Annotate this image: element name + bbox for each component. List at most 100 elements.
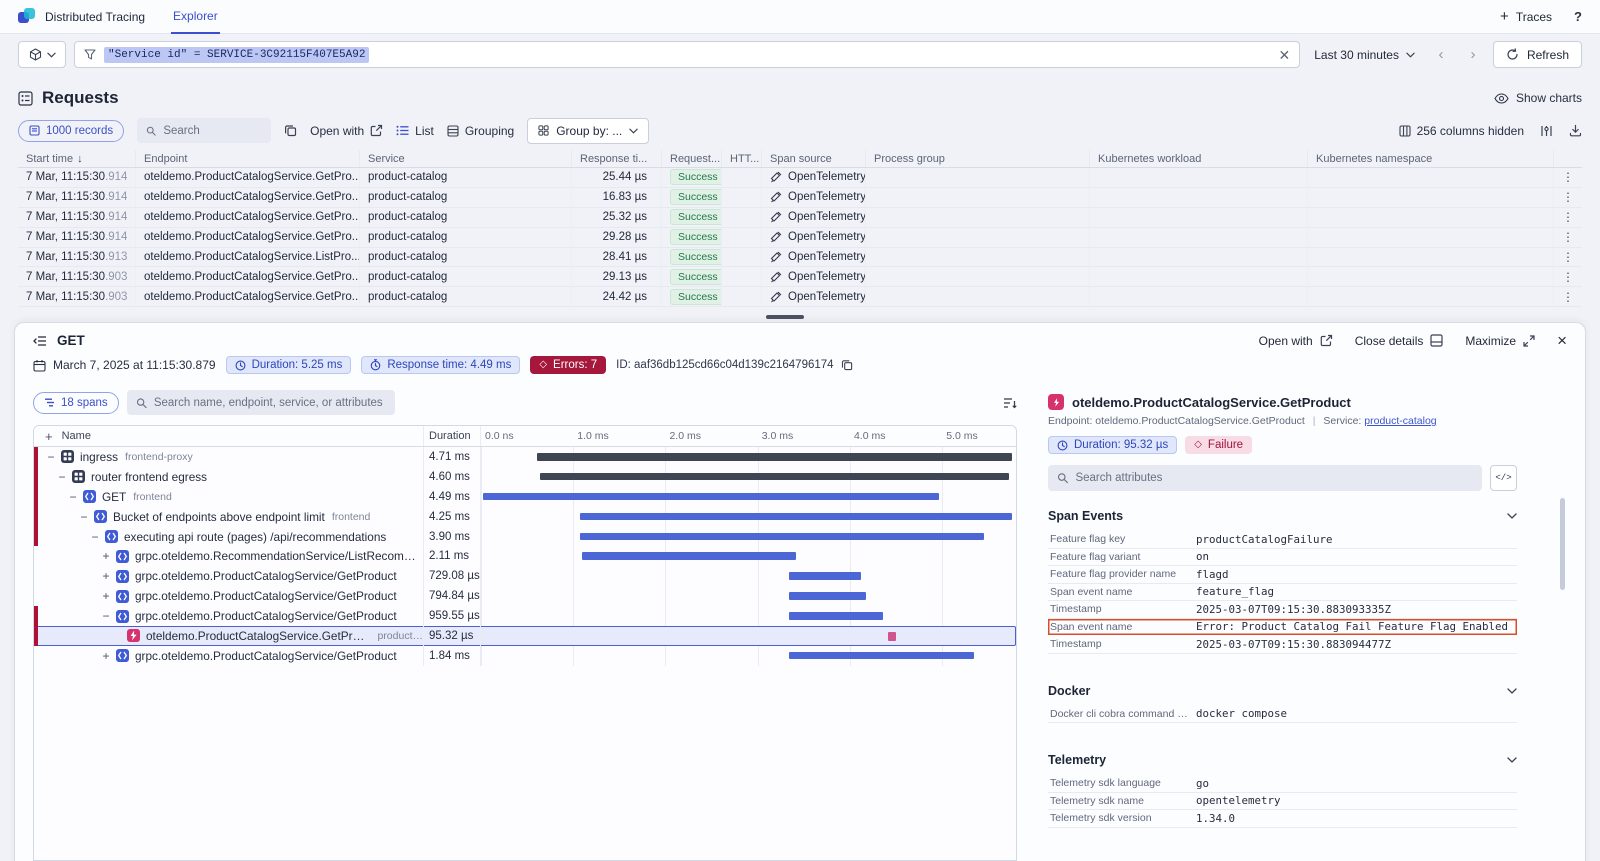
attribute-value[interactable]: docker compose (1196, 707, 1515, 720)
span-row[interactable]: +grpc.oteldemo.RecommendationService/Lis… (34, 546, 1016, 566)
span-row[interactable]: +grpc.oteldemo.ProductCatalogService/Get… (34, 566, 1016, 586)
show-charts-button[interactable]: Show charts (1494, 91, 1582, 105)
expand-toggle[interactable]: + (99, 589, 113, 603)
column-header-service[interactable]: Service (360, 150, 572, 167)
clear-filter-icon[interactable]: ✕ (1279, 50, 1291, 60)
refresh-button[interactable]: Refresh (1493, 41, 1582, 68)
attribute-value[interactable]: on (1196, 550, 1515, 563)
span-bar[interactable] (789, 572, 861, 580)
chevron-down-icon[interactable] (1507, 688, 1517, 694)
attribute-value[interactable]: 2025-03-07T09:15:30.883094477Z (1196, 638, 1515, 651)
code-view-button[interactable]: </> (1490, 465, 1517, 491)
close-icon[interactable]: × (1557, 335, 1567, 347)
records-count-badge[interactable]: 1000 records (18, 120, 124, 142)
maximize-button[interactable]: Maximize (1465, 334, 1535, 348)
collapse-toggle[interactable]: − (88, 530, 102, 544)
span-row[interactable]: −GETfrontend4.49 ms (34, 487, 1016, 507)
attribute-value[interactable]: Error: Product Catalog Fail Feature Flag… (1196, 620, 1515, 633)
download-icon[interactable] (1569, 124, 1582, 137)
add-traces-button[interactable]: +Traces (1500, 10, 1552, 24)
attribute-value[interactable]: go (1196, 777, 1515, 790)
span-row[interactable]: −grpc.oteldemo.ProductCatalogService/Get… (34, 606, 1016, 626)
span-row[interactable]: +grpc.oteldemo.ProductCatalogService/Get… (34, 586, 1016, 606)
table-row[interactable]: 7 Mar, 11:15:30.914oteldemo.ProductCatal… (18, 208, 1582, 228)
column-header-response-ti[interactable]: Response ti... (572, 150, 662, 167)
span-row[interactable]: −executing api route (pages) /api/recomm… (34, 527, 1016, 547)
filter-query-input[interactable]: "Service id" = SERVICE-3C92115F407E5A92 … (74, 41, 1300, 68)
collapse-toggle[interactable]: − (55, 470, 69, 484)
attribute-value[interactable]: 2025-03-07T09:15:30.883093335Z (1196, 603, 1515, 616)
copy-icon[interactable] (284, 124, 297, 137)
expand-toggle[interactable]: + (99, 569, 113, 583)
attribute-value[interactable]: productCatalogFailure (1196, 533, 1515, 546)
attribute-search-input[interactable] (1075, 472, 1473, 484)
span-bar[interactable] (888, 632, 896, 641)
row-menu-icon[interactable]: ⋮ (1554, 208, 1582, 227)
help-icon[interactable]: ? (1574, 9, 1582, 24)
table-row[interactable]: 7 Mar, 11:15:30.914oteldemo.ProductCatal… (18, 168, 1582, 188)
attribute-value[interactable]: opentelemetry (1196, 794, 1515, 807)
column-header-kubernetes-namespace[interactable]: Kubernetes namespace (1308, 150, 1554, 167)
chevron-down-icon[interactable] (1507, 757, 1517, 763)
section-header[interactable]: Docker (1048, 680, 1517, 706)
span-bar[interactable] (540, 473, 1009, 481)
collapse-toggle[interactable]: − (99, 609, 113, 623)
span-sort-icon[interactable] (1003, 397, 1017, 409)
span-search-input[interactable] (154, 397, 386, 409)
row-menu-icon[interactable]: ⋮ (1554, 248, 1582, 267)
name-column-header[interactable]: Name (62, 430, 91, 442)
table-row[interactable]: 7 Mar, 11:15:30.903oteldemo.ProductCatal… (18, 287, 1582, 307)
time-forward-button[interactable]: › (1461, 43, 1485, 67)
expand-toggle[interactable]: + (99, 649, 113, 663)
duration-column-header[interactable]: Duration (424, 426, 481, 446)
span-row[interactable]: −router frontend egress4.60 ms (34, 467, 1016, 487)
table-row[interactable]: 7 Mar, 11:15:30.914oteldemo.ProductCatal… (18, 188, 1582, 208)
time-range-dropdown[interactable]: Last 30 minutes (1308, 41, 1421, 68)
collapse-details-icon[interactable] (33, 335, 47, 347)
service-link[interactable]: product-catalog (1364, 415, 1436, 427)
expand-all-icon[interactable]: + (45, 429, 53, 444)
collapse-toggle[interactable]: − (66, 490, 80, 504)
span-bar[interactable] (580, 533, 984, 541)
table-row[interactable]: 7 Mar, 11:15:30.913oteldemo.ProductCatal… (18, 248, 1582, 268)
search-input[interactable] (163, 125, 262, 137)
span-bar[interactable] (537, 453, 1012, 461)
column-header-request[interactable]: Request... (662, 150, 722, 167)
span-bar[interactable] (789, 652, 974, 660)
table-row[interactable]: 7 Mar, 11:15:30.903oteldemo.ProductCatal… (18, 267, 1582, 287)
view-grouping-button[interactable]: Grouping (447, 124, 514, 138)
column-header-htt[interactable]: HTT... (722, 150, 762, 167)
time-back-button[interactable]: ‹ (1429, 43, 1453, 67)
close-details-button[interactable]: Close details (1355, 334, 1444, 348)
section-header[interactable]: Telemetry (1048, 749, 1517, 775)
row-menu-icon[interactable]: ⋮ (1554, 228, 1582, 247)
span-row[interactable]: −ingressfrontend-proxy4.71 ms (34, 447, 1016, 467)
filter-query-text[interactable]: "Service id" = SERVICE-3C92115F407E5A92 (104, 47, 369, 63)
column-header-process-group[interactable]: Process group (866, 150, 1090, 167)
span-bar[interactable] (580, 513, 1013, 521)
span-bar[interactable] (789, 592, 866, 600)
span-row[interactable]: −Bucket of endpoints above endpoint limi… (34, 507, 1016, 527)
section-header[interactable]: Span Events (1048, 505, 1517, 531)
column-header-span-source[interactable]: Span source (762, 150, 866, 167)
scope-selector-button[interactable] (18, 41, 66, 68)
chevron-down-icon[interactable] (1507, 513, 1517, 519)
attribute-value[interactable]: flagd (1196, 568, 1515, 581)
span-search[interactable] (127, 390, 395, 415)
column-header-endpoint[interactable]: Endpoint (136, 150, 360, 167)
spans-count-badge[interactable]: 18 spans (33, 392, 119, 414)
row-menu-icon[interactable]: ⋮ (1554, 287, 1582, 306)
span-row-selected[interactable]: oteldemo.ProductCatalogService.GetProduc… (34, 626, 1016, 646)
row-menu-icon[interactable]: ⋮ (1554, 188, 1582, 207)
collapse-toggle[interactable]: − (44, 450, 58, 464)
span-bar[interactable] (789, 612, 883, 620)
row-menu-icon[interactable]: ⋮ (1554, 267, 1582, 286)
open-with-button[interactable]: Open with (310, 124, 383, 138)
table-row[interactable]: 7 Mar, 11:15:30.914oteldemo.ProductCatal… (18, 228, 1582, 248)
group-by-dropdown[interactable]: Group by: ... (527, 118, 649, 144)
attribute-value[interactable]: 1.34.0 (1196, 812, 1515, 825)
attribute-value[interactable]: feature_flag (1196, 585, 1515, 598)
view-list-button[interactable]: List (396, 124, 434, 138)
span-bar[interactable] (582, 552, 796, 560)
requests-search[interactable] (137, 118, 271, 143)
